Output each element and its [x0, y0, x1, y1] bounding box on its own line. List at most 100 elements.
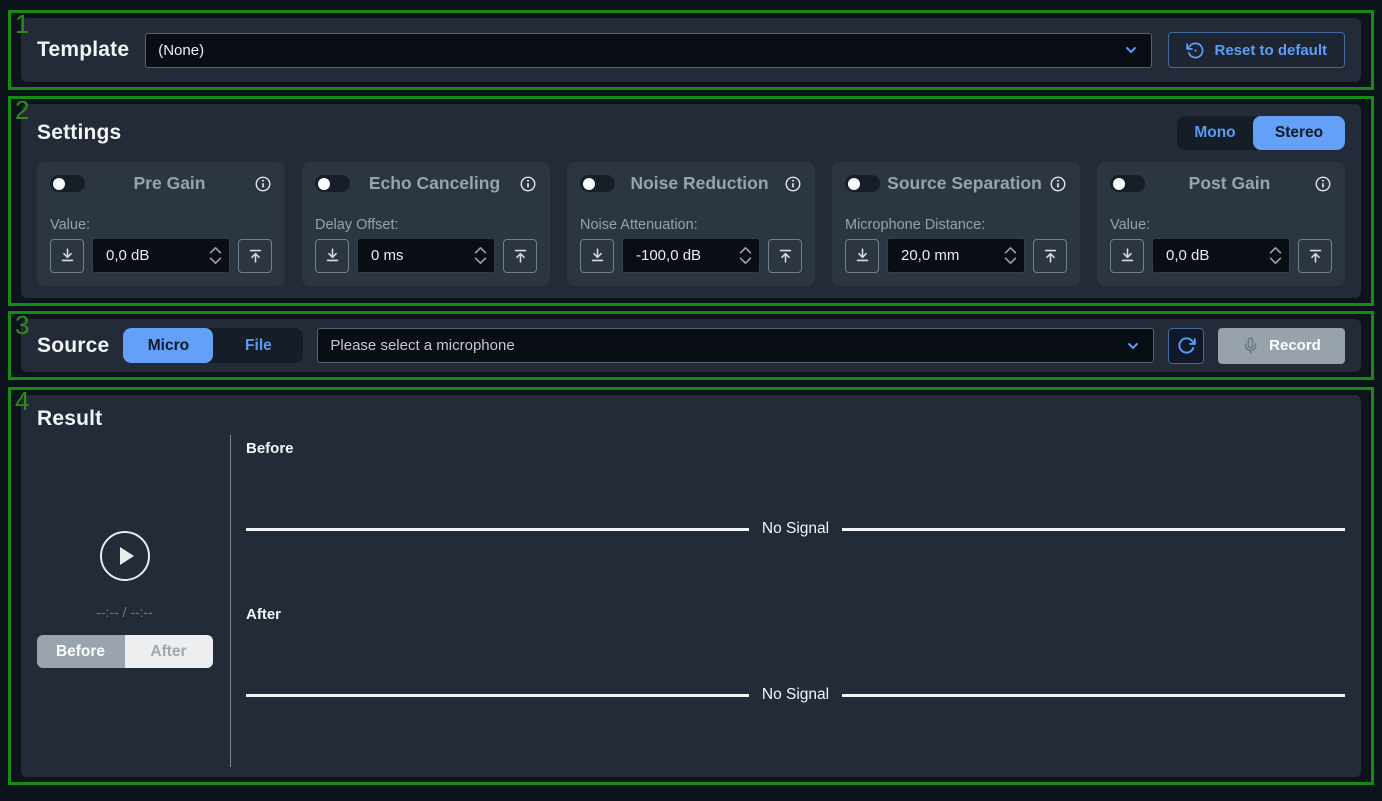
stereo-button[interactable]: Stereo	[1253, 116, 1345, 150]
card-title: Echo Canceling	[350, 173, 519, 194]
download-icon	[854, 247, 871, 264]
template-panel: Template (None) Reset to default	[21, 18, 1361, 82]
mono-button[interactable]: Mono	[1177, 116, 1253, 150]
increment-button[interactable]	[209, 246, 222, 254]
import-value-button[interactable]	[315, 239, 349, 273]
increment-button[interactable]	[1004, 246, 1017, 254]
template-select-value: (None)	[158, 42, 204, 59]
play-button[interactable]	[100, 531, 150, 581]
download-icon	[324, 247, 341, 264]
microphone-select[interactable]: Please select a microphone	[317, 328, 1154, 363]
export-value-button[interactable]	[238, 239, 272, 273]
chevron-down-icon	[1269, 257, 1282, 265]
increment-button[interactable]	[474, 246, 487, 254]
file-button[interactable]: File	[213, 328, 303, 363]
download-icon	[59, 247, 76, 264]
waveform-before: Before No Signal	[246, 435, 1345, 601]
reset-button-label: Reset to default	[1214, 42, 1327, 59]
result-panel: Result --:-- / --:-- Before After Before	[21, 395, 1361, 777]
param-label: Delay Offset:	[315, 217, 537, 233]
post-gain-toggle[interactable]	[1110, 175, 1145, 192]
import-value-button[interactable]	[580, 239, 614, 273]
info-icon[interactable]	[1049, 175, 1067, 193]
waveform-display: No Signal	[246, 623, 1345, 767]
annotation-number-3: 3	[15, 311, 29, 340]
microphone-select-placeholder: Please select a microphone	[330, 337, 514, 354]
microphone-icon	[1242, 337, 1259, 354]
value-input[interactable]: -100,0 dB	[622, 238, 760, 273]
waveform-label: After	[246, 606, 1345, 623]
micro-button[interactable]: Micro	[123, 328, 213, 363]
app-root: 1 Template (None) Reset to default 2 Set…	[0, 0, 1382, 785]
value-input[interactable]: 0,0 dB	[92, 238, 230, 273]
refresh-icon	[1177, 336, 1196, 355]
increment-button[interactable]	[1269, 246, 1282, 254]
chevron-down-icon	[1125, 338, 1141, 354]
card-title: Source Separation	[880, 173, 1049, 194]
card-noise-reduction: Noise Reduction Noise Attenuation: -100,…	[567, 162, 815, 286]
annotation-number-1: 1	[15, 10, 29, 39]
increment-button[interactable]	[739, 246, 752, 254]
chevron-down-icon	[1123, 42, 1139, 58]
chevron-up-icon	[739, 246, 752, 254]
result-title: Result	[37, 407, 1345, 431]
value-text: 0,0 dB	[1166, 247, 1209, 264]
play-icon	[120, 547, 134, 565]
decrement-button[interactable]	[1269, 257, 1282, 265]
echo-canceling-toggle[interactable]	[315, 175, 350, 192]
source-separation-toggle[interactable]	[845, 175, 880, 192]
signal-line	[842, 694, 1345, 697]
param-label: Microphone Distance:	[845, 217, 1067, 233]
param-label: Value:	[50, 217, 272, 233]
import-value-button[interactable]	[845, 239, 879, 273]
export-value-button[interactable]	[1298, 239, 1332, 273]
noise-reduction-toggle[interactable]	[580, 175, 615, 192]
download-icon	[589, 247, 606, 264]
value-text: 20,0 mm	[901, 247, 959, 264]
reset-to-default-button[interactable]: Reset to default	[1168, 32, 1345, 68]
player-column: --:-- / --:-- Before After	[37, 435, 231, 767]
reset-icon	[1186, 41, 1205, 60]
no-signal-text: No Signal	[762, 520, 829, 538]
chevron-up-icon	[1269, 246, 1282, 254]
record-button[interactable]: Record	[1218, 328, 1345, 364]
section-result: 4 Result --:-- / --:-- Before After Bef	[8, 387, 1374, 785]
import-value-button[interactable]	[1110, 239, 1144, 273]
value-input[interactable]: 0 ms	[357, 238, 495, 273]
annotation-number-4: 4	[15, 387, 29, 416]
export-value-button[interactable]	[1033, 239, 1067, 273]
decrement-button[interactable]	[474, 257, 487, 265]
export-value-button[interactable]	[768, 239, 802, 273]
channel-toggle: Mono Stereo	[1177, 116, 1345, 150]
info-icon[interactable]	[1314, 175, 1332, 193]
refresh-devices-button[interactable]	[1168, 328, 1204, 364]
chevron-down-icon	[739, 257, 752, 265]
value-text: 0 ms	[371, 247, 404, 264]
section-template: 1 Template (None) Reset to default	[8, 10, 1374, 90]
section-source: 3 Source Micro File Please select a micr…	[8, 311, 1374, 380]
pre-gain-toggle[interactable]	[50, 175, 85, 192]
source-panel: Source Micro File Please select a microp…	[21, 319, 1361, 372]
value-input[interactable]: 0,0 dB	[1152, 238, 1290, 273]
playback-after-button[interactable]: After	[125, 635, 213, 668]
decrement-button[interactable]	[739, 257, 752, 265]
info-icon[interactable]	[519, 175, 537, 193]
template-select[interactable]: (None)	[145, 33, 1152, 68]
info-icon[interactable]	[254, 175, 272, 193]
card-title: Pre Gain	[85, 173, 254, 194]
playback-before-button[interactable]: Before	[37, 635, 125, 668]
upload-icon	[247, 247, 264, 264]
source-title: Source	[37, 334, 109, 358]
decrement-button[interactable]	[1004, 257, 1017, 265]
no-signal-text: No Signal	[762, 686, 829, 704]
decrement-button[interactable]	[209, 257, 222, 265]
signal-line	[246, 694, 749, 697]
source-mode-toggle: Micro File	[123, 328, 303, 363]
section-settings: 2 Settings Mono Stereo Pre Gain Value:	[8, 96, 1374, 306]
value-input[interactable]: 20,0 mm	[887, 238, 1025, 273]
export-value-button[interactable]	[503, 239, 537, 273]
import-value-button[interactable]	[50, 239, 84, 273]
card-pre-gain: Pre Gain Value: 0,0 dB	[37, 162, 285, 286]
info-icon[interactable]	[784, 175, 802, 193]
card-post-gain: Post Gain Value: 0,0 dB	[1097, 162, 1345, 286]
